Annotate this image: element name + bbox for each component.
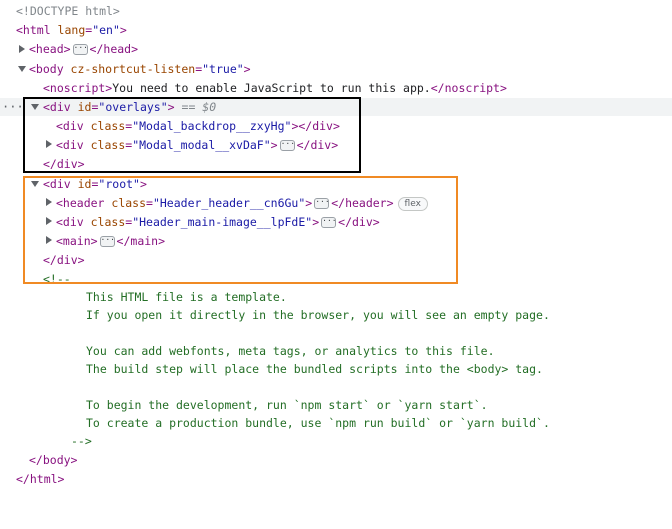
root-annotation-box xyxy=(23,176,458,284)
tag-close: </head> xyxy=(89,42,139,56)
gutter-more-icon[interactable]: ··· xyxy=(2,98,24,116)
attr-value: "en" xyxy=(92,23,120,37)
expand-triangle-icon[interactable] xyxy=(19,45,25,53)
noscript-node[interactable]: <noscript>You need to enable JavaScript … xyxy=(43,79,507,97)
comment-line: If you open it directly in the browser, … xyxy=(86,308,550,322)
attr-name: cz-shortcut-listen xyxy=(63,62,196,76)
head-node[interactable]: <head> ··· </head> xyxy=(29,40,138,58)
collapse-triangle-icon[interactable] xyxy=(18,66,26,72)
comment-line: You can add webfonts, meta tags, or anal… xyxy=(86,344,495,358)
tag-name: <body xyxy=(29,62,64,76)
attr-name: lang xyxy=(50,23,86,37)
comment-close: --> xyxy=(71,434,92,448)
comment-line: To begin the development, run `npm start… xyxy=(86,398,488,412)
tag-close: </noscript> xyxy=(430,81,507,95)
comment-line: To create a production bundle, use `npm … xyxy=(86,416,550,430)
attr-value: "true" xyxy=(202,62,244,76)
text-content: You need to enable JavaScript to run thi… xyxy=(112,81,431,95)
tag-close: > xyxy=(243,62,251,76)
doctype-node[interactable]: <!DOCTYPE html> xyxy=(16,2,120,20)
body-node[interactable]: <body cz-shortcut-listen="true"> xyxy=(29,60,251,78)
tag-name: <noscript> xyxy=(43,81,113,95)
html-close[interactable]: </html> xyxy=(16,470,64,488)
html-node[interactable]: <html lang="en"> xyxy=(16,21,127,39)
body-close[interactable]: </body> xyxy=(29,451,77,469)
tag-name: <html xyxy=(16,23,51,37)
comment-line: The build step will place the bundled sc… xyxy=(86,362,543,376)
overlays-annotation-box xyxy=(23,97,361,173)
tag-name: <head> xyxy=(29,42,71,56)
comment-line: This HTML file is a template. xyxy=(86,290,287,304)
tag-close: > xyxy=(119,23,127,37)
collapsed-ellipsis-icon[interactable]: ··· xyxy=(72,44,88,55)
